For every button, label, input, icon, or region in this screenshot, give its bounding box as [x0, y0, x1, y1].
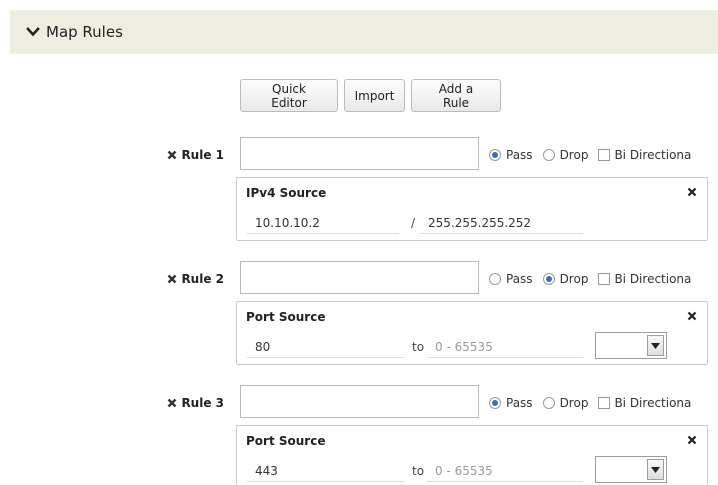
pass-radio[interactable]	[489, 397, 501, 409]
rule-1-filter-box: IPv4 Source 10.10.10.2 / 255.255.255.252	[236, 177, 708, 241]
port-start-input[interactable]: 80	[247, 336, 404, 358]
rule-3-action-options: Pass Drop Bi Directiona	[489, 394, 701, 412]
pass-option[interactable]: Pass	[489, 272, 533, 286]
rule-label-text: Rule 3	[181, 396, 224, 410]
rule-3-label: Rule 3	[150, 393, 224, 413]
port-start-input[interactable]: 443	[247, 460, 404, 482]
drop-label: Drop	[559, 272, 589, 286]
filter-title: IPv4 Source	[246, 186, 327, 200]
rule-1-action-options: Pass Drop Bi Directiona	[489, 146, 701, 164]
rule-1-name-input[interactable]	[240, 137, 479, 170]
dropdown-arrow-icon[interactable]	[647, 335, 664, 356]
pass-label: Pass	[506, 148, 533, 162]
rule-1-label: Rule 1	[150, 145, 224, 165]
rule-2-filter-box: Port Source 80 to 0 - 65535	[236, 301, 708, 365]
remove-rule-icon[interactable]	[167, 150, 177, 160]
pass-option[interactable]: Pass	[489, 396, 533, 410]
rule-2-label: Rule 2	[150, 269, 224, 289]
port-dropdown[interactable]	[595, 456, 667, 483]
bidirectional-checkbox[interactable]	[598, 273, 611, 285]
drop-option[interactable]: Drop	[542, 148, 589, 162]
add-rule-button[interactable]: Add a Rule	[411, 79, 501, 112]
bidirectional-option[interactable]: Bi Directiona	[598, 396, 691, 410]
rule-label-text: Rule 1	[181, 148, 224, 162]
pass-option[interactable]: Pass	[489, 148, 533, 162]
quick-editor-button[interactable]: Quick Editor	[240, 79, 338, 112]
filter-title: Port Source	[246, 434, 326, 448]
drop-label: Drop	[559, 396, 589, 410]
close-icon[interactable]	[687, 187, 697, 197]
remove-rule-icon[interactable]	[167, 398, 177, 408]
rule-3-filter-box: Port Source 443 to 0 - 65535	[236, 425, 708, 485]
remove-rule-icon[interactable]	[167, 274, 177, 284]
dropdown-arrow-icon[interactable]	[647, 459, 664, 480]
map-rules-header[interactable]: Map Rules	[10, 10, 718, 54]
drop-option[interactable]: Drop	[542, 272, 589, 286]
bidirectional-label: Bi Directiona	[614, 148, 692, 162]
rule-toolbar: Quick Editor Import Add a Rule	[240, 79, 501, 112]
bidirectional-label: Bi Directiona	[614, 272, 692, 286]
rule-2-name-input[interactable]	[240, 261, 479, 294]
port-dropdown[interactable]	[595, 332, 667, 359]
ipv4-address-input[interactable]: 10.10.10.2	[247, 212, 399, 234]
close-icon[interactable]	[687, 311, 697, 321]
pass-radio[interactable]	[489, 149, 501, 161]
bidirectional-option[interactable]: Bi Directiona	[598, 148, 691, 162]
range-separator: to	[412, 340, 425, 354]
bidirectional-label: Bi Directiona	[614, 396, 692, 410]
ipv4-mask-input[interactable]: 255.255.255.252	[420, 212, 583, 234]
rule-label-text: Rule 2	[181, 272, 224, 286]
drop-radio[interactable]	[542, 149, 555, 161]
range-separator: to	[412, 464, 425, 478]
bidirectional-option[interactable]: Bi Directiona	[598, 272, 691, 286]
filter-title: Port Source	[246, 310, 326, 324]
pass-label: Pass	[506, 396, 533, 410]
pass-label: Pass	[506, 272, 533, 286]
bidirectional-checkbox[interactable]	[598, 149, 611, 161]
close-icon[interactable]	[687, 435, 697, 445]
port-end-input[interactable]: 0 - 65535	[427, 460, 583, 482]
bidirectional-checkbox[interactable]	[598, 397, 611, 409]
drop-option[interactable]: Drop	[542, 396, 589, 410]
drop-label: Drop	[559, 148, 589, 162]
chevron-down-icon	[26, 27, 40, 37]
rule-3-name-input[interactable]	[240, 385, 479, 418]
rule-2-action-options: Pass Drop Bi Directiona	[489, 270, 701, 288]
section-title: Map Rules	[46, 23, 123, 41]
import-button[interactable]: Import	[344, 79, 405, 112]
pass-radio[interactable]	[489, 273, 501, 285]
port-end-input[interactable]: 0 - 65535	[427, 336, 583, 358]
drop-radio[interactable]	[542, 273, 555, 285]
mask-separator: /	[411, 216, 416, 230]
drop-radio[interactable]	[542, 397, 555, 409]
